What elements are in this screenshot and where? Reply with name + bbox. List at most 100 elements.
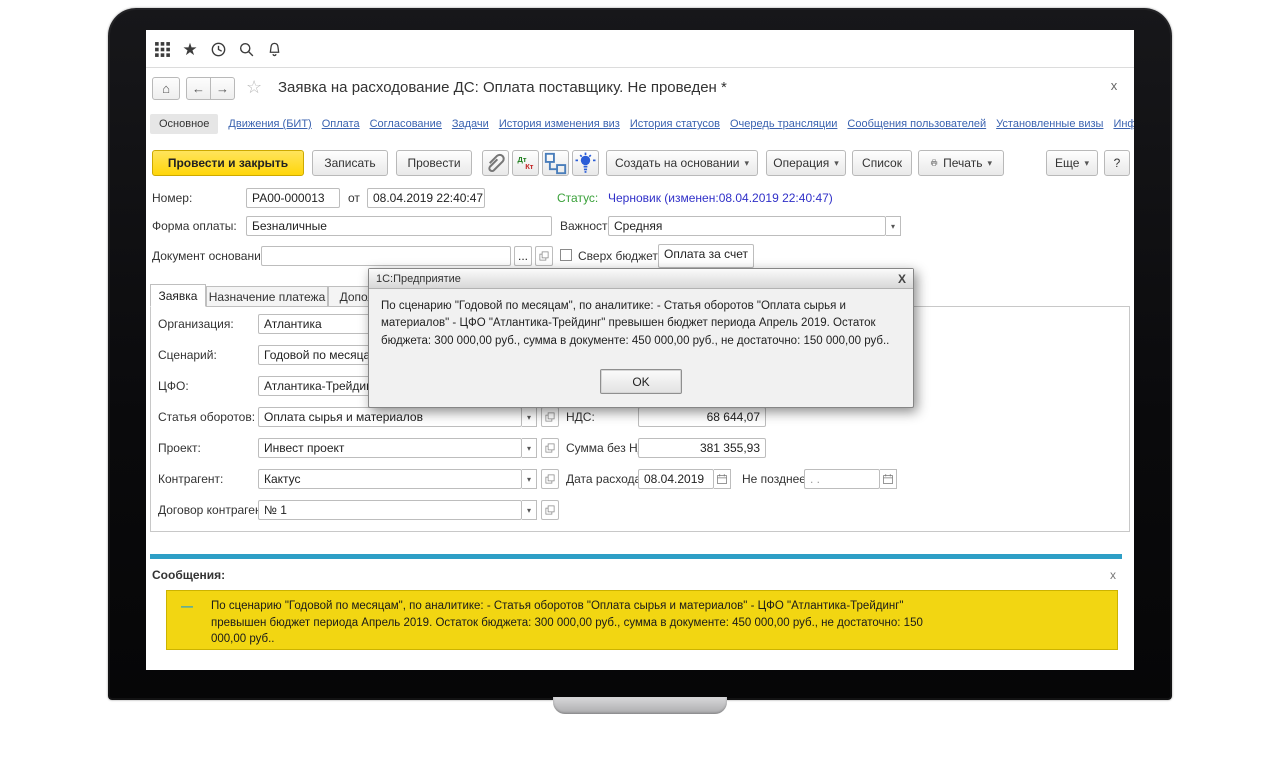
forward-button[interactable]: →	[210, 77, 235, 100]
counterparty-input[interactable]: Кактус	[258, 469, 522, 489]
budget-control-button[interactable]	[572, 150, 599, 176]
project-open-button[interactable]	[541, 438, 559, 458]
chevron-down-icon: ▾	[744, 159, 749, 168]
tab-soglasovanie[interactable]: Согласование	[370, 118, 442, 130]
from-label: от	[348, 191, 360, 205]
apps-grid-icon[interactable]	[152, 39, 172, 59]
related-documents-button[interactable]	[542, 150, 569, 176]
attachments-button[interactable]	[482, 150, 509, 176]
messages-close-button[interactable]: x	[1106, 568, 1120, 582]
dialog-ok-button[interactable]: OK	[600, 369, 682, 394]
vat-input[interactable]: 68 644,07	[638, 407, 766, 427]
status-label: Статус:	[557, 191, 598, 205]
post-button[interactable]: Провести	[396, 150, 472, 176]
project-input[interactable]: Инвест проект	[258, 438, 522, 458]
more-button[interactable]: Еще▾	[1046, 150, 1098, 176]
printer-icon	[930, 156, 938, 170]
importance-select[interactable]: Средняя	[608, 216, 886, 236]
vat-label: НДС:	[566, 410, 595, 424]
contract-input[interactable]: № 1	[258, 500, 522, 520]
tab-soobshcheniya-polzovatelei[interactable]: Сообщения пользователей	[847, 118, 986, 130]
paperclip-icon	[483, 151, 508, 176]
message-dash-icon: —	[181, 598, 193, 649]
post-and-close-button[interactable]: Провести и закрыть	[152, 150, 304, 176]
contract-dropdown-button[interactable]: ▾	[522, 500, 537, 520]
expense-date-label: Дата расхода:	[566, 472, 645, 486]
turnover-item-open-button[interactable]	[541, 407, 559, 427]
cfo-label: ЦФО:	[158, 379, 189, 393]
warning-message-text: По сценарию "Годовой по месяцам", по ана…	[211, 598, 931, 649]
payment-form-input[interactable]: Безналичные	[246, 216, 552, 236]
search-icon[interactable]	[236, 39, 256, 59]
open-document-icon	[544, 473, 556, 485]
counterparty-label: Контрагент:	[158, 472, 223, 486]
counterparty-open-button[interactable]	[541, 469, 559, 489]
dialog-close-button[interactable]: X	[898, 272, 906, 286]
favorite-outline-icon[interactable]: ☆	[246, 77, 262, 98]
page-title: Заявка на расходование ДС: Оплата постав…	[278, 79, 727, 96]
favorites-star-icon[interactable]: ★	[180, 39, 200, 59]
list-button[interactable]: Список	[852, 150, 912, 176]
turnover-item-input[interactable]: Оплата сырья и материалов	[258, 407, 522, 427]
tab-istoriya-izmeneniya-viz[interactable]: История изменения виз	[499, 118, 620, 130]
scenario-label: Сценарий:	[158, 348, 217, 362]
base-doc-open-button[interactable]	[535, 246, 553, 266]
datetime-input[interactable]: 08.04.2019 22:40:47	[367, 188, 485, 208]
contract-open-button[interactable]	[541, 500, 559, 520]
back-arrow-icon: ←	[192, 81, 205, 96]
tab-ochered-translyacii[interactable]: Очередь трансляции	[730, 118, 837, 130]
top-icon-bar: ★	[146, 30, 1134, 68]
project-label: Проект:	[158, 441, 201, 455]
base-doc-label: Документ основание:	[152, 249, 271, 263]
not-later-label: Не позднее:	[742, 472, 809, 486]
organization-label: Организация:	[158, 317, 234, 331]
tab-zayavka[interactable]: Заявка	[150, 284, 206, 307]
expense-date-input[interactable]: 08.04.2019	[638, 469, 714, 489]
tab-zadachi[interactable]: Задачи	[452, 118, 489, 130]
forward-arrow-icon: →	[216, 81, 229, 96]
tab-dvizheniya-bit[interactable]: Движения (БИТ)	[228, 118, 311, 130]
tab-informaciya[interactable]: Информация	[1113, 118, 1134, 130]
sum-without-vat-input[interactable]: 381 355,93	[638, 438, 766, 458]
counterparty-dropdown-button[interactable]: ▾	[522, 469, 537, 489]
tab-istoriya-statusov[interactable]: История статусов	[630, 118, 720, 130]
laptop-mockup: ★ ⌂ ← → ☆ Заявка на расходование ДС: Опл…	[0, 0, 1280, 783]
payment-source-button[interactable]: Оплата за счет	[658, 244, 754, 268]
dt-kt-postings-button[interactable]: ДтКт	[512, 150, 539, 176]
turnover-item-dropdown-button[interactable]: ▾	[522, 407, 537, 427]
tab-naznachenie-platezha[interactable]: Назначение платежа	[206, 286, 328, 307]
messages-divider[interactable]	[150, 554, 1122, 559]
not-later-calendar-button[interactable]	[880, 469, 897, 489]
status-link[interactable]: Черновик (изменен:08.04.2019 22:40:47)	[608, 191, 833, 205]
create-based-on-button[interactable]: Создать на основании▾	[606, 150, 758, 176]
operation-button[interactable]: Операция▾	[766, 150, 846, 176]
number-input[interactable]: РА00-000013	[246, 188, 340, 208]
tab-oplata[interactable]: Оплата	[322, 118, 360, 130]
notifications-bell-icon[interactable]	[264, 39, 284, 59]
save-button[interactable]: Записать	[312, 150, 388, 176]
history-clock-icon[interactable]	[208, 39, 228, 59]
dialog-titlebar: 1С:Предприятие X	[369, 269, 913, 289]
project-dropdown-button[interactable]: ▾	[522, 438, 537, 458]
tab-ustanovlennye-vizy[interactable]: Установленные визы	[996, 118, 1103, 130]
help-button[interactable]: ?	[1104, 150, 1130, 176]
over-budget-checkbox[interactable]	[560, 249, 572, 261]
open-document-icon	[544, 442, 556, 454]
base-doc-input[interactable]	[261, 246, 511, 266]
back-button[interactable]: ←	[186, 77, 211, 100]
dialog-message: По сценарию "Годовой по месяцам", по ана…	[369, 289, 913, 350]
tab-osnovnoe[interactable]: Основное	[150, 114, 218, 134]
chevron-down-icon: ▾	[834, 159, 839, 168]
expense-date-calendar-button[interactable]	[714, 469, 731, 489]
importance-dropdown-button[interactable]: ▾	[886, 216, 901, 236]
dialog-title: 1С:Предприятие	[376, 273, 461, 285]
window-close-button[interactable]: x	[1106, 78, 1122, 93]
print-button[interactable]: Печать▾	[918, 150, 1004, 176]
not-later-input[interactable]: . .	[804, 469, 880, 489]
structure-icon	[543, 151, 568, 176]
open-document-icon	[544, 504, 556, 516]
home-button[interactable]: ⌂	[152, 77, 180, 100]
messages-label: Сообщения:	[152, 568, 225, 582]
app-window: ★ ⌂ ← → ☆ Заявка на расходование ДС: Опл…	[146, 30, 1134, 670]
base-doc-select-button[interactable]: ...	[514, 246, 532, 266]
